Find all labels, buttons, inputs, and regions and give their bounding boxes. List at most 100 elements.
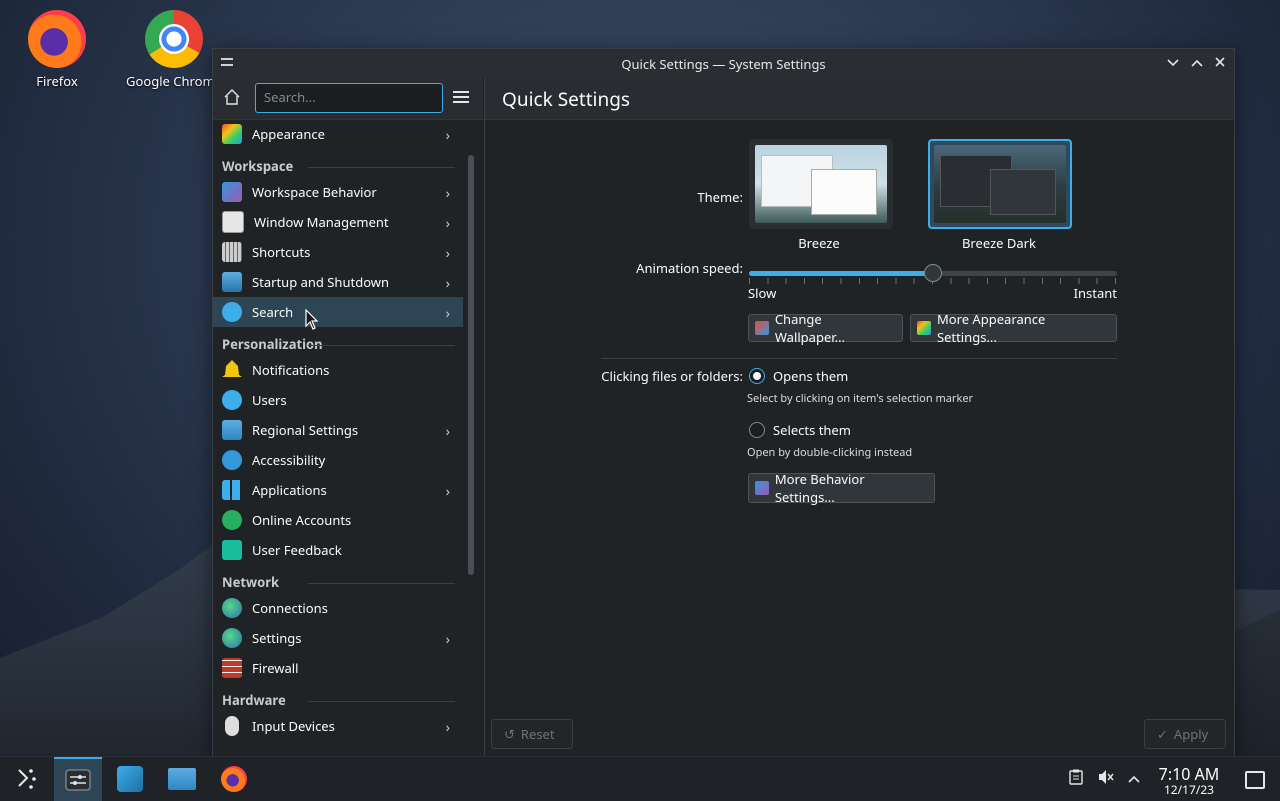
theme-name-breeze-dark: Breeze Dark [961,234,1036,252]
search-input[interactable] [256,84,442,110]
radio-selects-them[interactable] [749,422,765,438]
radio-opens-them-label[interactable]: Opens them [773,367,848,385]
slider-handle[interactable] [924,264,942,282]
chevron-right-icon: › [445,274,450,293]
regional-icon [222,420,242,440]
search-icon [222,302,242,322]
sidebar-item-online-accounts[interactable]: Online Accounts [213,505,463,535]
appearance-icon [917,321,931,335]
sidebar-list: Appearance › Workspace Workspace Behavio… [213,119,463,757]
chevron-right-icon: › [445,126,450,145]
sidebar-item-user-feedback[interactable]: User Feedback [213,535,463,565]
home-icon [224,89,240,105]
more-behavior-settings-button[interactable]: More Behavior Settings... [748,470,935,506]
radio-selects-them-label[interactable]: Selects them [773,421,851,439]
window-management-icon [222,211,244,233]
sidebar-item-search[interactable]: Search › [213,297,463,327]
launcher-icon [18,769,36,789]
feedback-icon [222,540,242,560]
users-icon [222,390,242,410]
sidebar-item-label: Search [252,303,294,321]
page-title: Quick Settings [502,86,630,112]
title-bar[interactable]: Quick Settings — System Settings [213,49,1234,77]
desktop-icon-label: Google Chrome [126,72,222,90]
theme-preview-image [755,145,887,223]
volume-muted-icon[interactable] [1096,769,1116,789]
close-button[interactable] [1210,53,1230,73]
keyboard-icon [222,242,242,262]
sidebar: Appearance › Workspace Workspace Behavio… [213,77,483,757]
taskbar-dolphin[interactable] [158,759,206,799]
minimize-button[interactable] [1163,53,1183,73]
sidebar-item-appearance[interactable]: Appearance › [213,119,463,149]
reset-button[interactable]: ↺ Reset [491,719,573,749]
desktop-icon-firefox[interactable]: Firefox [9,2,105,90]
button-label: Reset [520,725,555,743]
search-field[interactable] [255,83,443,113]
desktop-icon-chrome[interactable]: Google Chrome [126,2,222,90]
startup-icon [222,272,242,292]
accessibility-icon [222,450,242,470]
chevron-up-icon[interactable] [1124,769,1144,789]
sidebar-item-label: Shortcuts [252,243,311,261]
bell-icon [222,360,242,377]
chevron-right-icon: › [445,184,450,203]
radio-opens-them[interactable] [749,368,765,384]
sidebar-item-window-management[interactable]: Window Management › [213,207,463,237]
sidebar-item-input-devices[interactable]: Input Devices › [213,711,463,741]
sidebar-item-startup-shutdown[interactable]: Startup and Shutdown › [213,267,463,297]
sidebar-item-label: Accessibility [252,451,326,469]
sidebar-item-shortcuts[interactable]: Shortcuts › [213,237,463,267]
sidebar-scrollbar[interactable] [468,155,474,575]
sidebar-item-label: Appearance [252,125,325,143]
change-wallpaper-button[interactable]: Change Wallpaper... [748,310,903,346]
sidebar-header [213,77,483,120]
main-pane: Quick Settings Theme: Breeze Breeze Dark… [485,77,1234,757]
mouse-cursor-icon [305,309,319,330]
sidebar-item-regional-settings[interactable]: Regional Settings › [213,415,463,445]
sidebar-item-applications[interactable]: Applications › [213,475,463,505]
taskbar: 7:10 AM 12/17/23 [0,756,1280,801]
clipboard-icon[interactable] [1066,769,1086,789]
theme-card-breeze[interactable] [749,139,893,229]
sidebar-item-label: Online Accounts [252,511,352,529]
sidebar-item-connections[interactable]: Connections [213,593,463,623]
applications-icon [222,480,242,500]
chevron-right-icon: › [445,422,450,441]
section-separator [601,358,1117,359]
animation-speed-slider[interactable] [749,263,1117,284]
application-launcher-button[interactable] [2,759,50,799]
chevron-right-icon: › [445,718,450,737]
taskbar-firefox[interactable] [210,759,258,799]
sidebar-item-users[interactable]: Users [213,385,463,415]
globe-icon [222,598,242,618]
taskbar-discover[interactable] [106,759,154,799]
apply-button[interactable]: ✓ Apply [1144,719,1226,749]
sidebar-item-workspace-behavior[interactable]: Workspace Behavior › [213,177,463,207]
firefox-icon [28,10,86,68]
theme-name-breeze: Breeze [798,234,840,252]
chevron-right-icon: › [445,304,450,323]
taskbar-system-settings[interactable] [54,757,102,801]
clock-date[interactable]: 12/17/23 [1150,781,1228,798]
maximize-button[interactable] [1187,53,1207,73]
sidebar-item-accessibility[interactable]: Accessibility [213,445,463,475]
undo-icon: ↺ [504,725,515,743]
hamburger-menu-button[interactable] [453,91,469,105]
sidebar-item-label: Input Devices [252,717,335,735]
sidebar-item-firewall[interactable]: Firewall [213,653,463,683]
more-appearance-settings-button[interactable]: More Appearance Settings... [910,310,1117,346]
system-settings-window: Quick Settings — System Settings Appeara… [212,48,1235,758]
sidebar-item-notifications[interactable]: Notifications [213,355,463,385]
home-button[interactable] [223,88,245,110]
behavior-icon [755,481,769,495]
button-label: More Appearance Settings... [936,310,1046,346]
chevron-right-icon: › [445,630,450,649]
sidebar-item-label: Applications [252,481,327,499]
sidebar-item-label: Startup and Shutdown [252,273,390,291]
show-desktop-icon[interactable] [1245,771,1265,789]
firewall-icon [222,658,242,678]
category-personalization: Personalization [213,327,463,355]
sidebar-item-network-settings[interactable]: Settings › [213,623,463,653]
theme-card-breeze-dark[interactable] [928,139,1072,229]
